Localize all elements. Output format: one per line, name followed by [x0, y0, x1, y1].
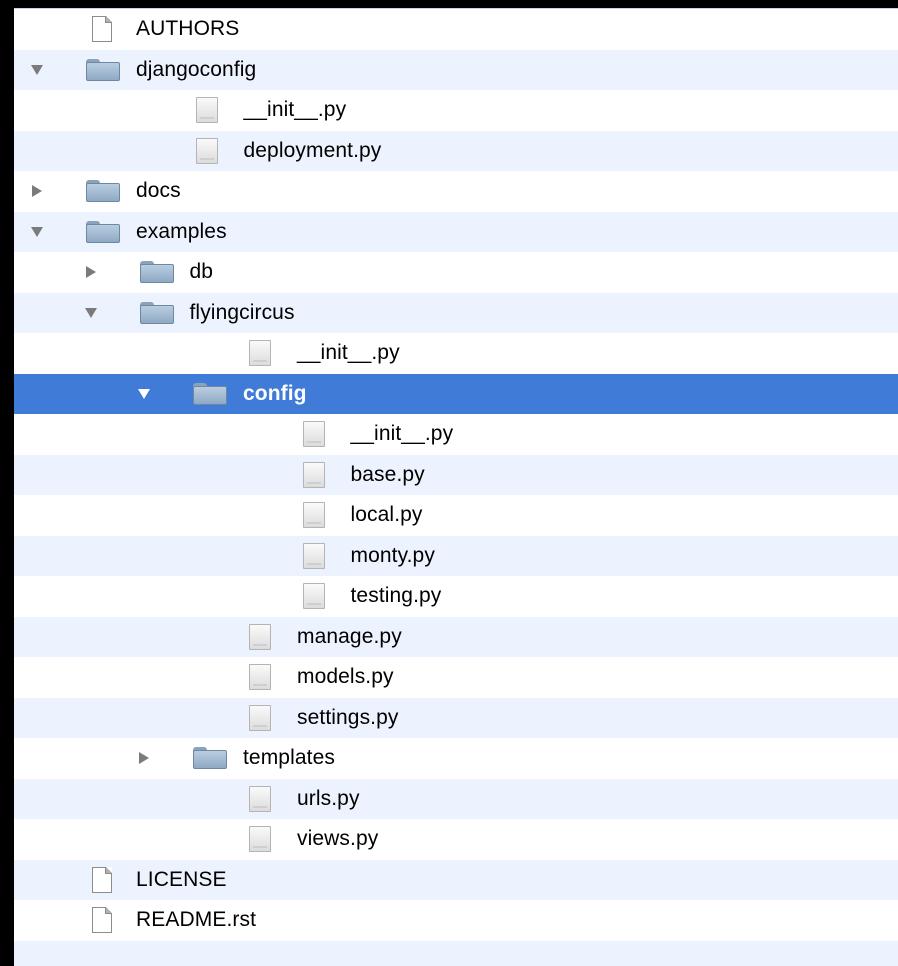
tree-item-label: manage.py	[297, 625, 402, 649]
tree-row-local-py[interactable]: local.py	[14, 495, 898, 536]
tree-item-label: db	[190, 260, 214, 284]
tree-row-config[interactable]: config	[14, 374, 898, 415]
tree-item-label: testing.py	[351, 584, 442, 608]
tree-row-init-py[interactable]: __init__.py	[14, 90, 898, 131]
tree-row-init-py[interactable]: __init__.py	[14, 333, 898, 374]
tree-item-label: docs	[136, 179, 181, 203]
tree-item-label: LICENSE	[136, 868, 227, 892]
tree-row-views-py[interactable]: views.py	[14, 819, 898, 860]
tree-item-label: flyingcircus	[190, 301, 295, 325]
tree-row-djangoconfig[interactable]: djangoconfig	[14, 50, 898, 91]
python-file-icon	[303, 421, 325, 447]
tree-row-urls-py[interactable]: urls.py	[14, 779, 898, 820]
document-icon	[92, 16, 112, 42]
tree-item-label: djangoconfig	[136, 58, 256, 82]
disclosure-triangle-down-icon[interactable]	[30, 63, 44, 77]
python-file-icon	[249, 786, 271, 812]
python-file-icon	[303, 543, 325, 569]
disclosure-triangle-down-icon[interactable]	[84, 306, 98, 320]
python-file-icon	[249, 624, 271, 650]
file-tree: AUTHORS djangoconfig __init__.py deployment…	[14, 8, 898, 966]
folder-icon	[193, 747, 227, 769]
folder-icon	[86, 221, 120, 243]
tree-item-label: __init__.py	[297, 341, 400, 365]
document-icon	[92, 867, 112, 893]
python-file-icon	[249, 340, 271, 366]
python-file-icon	[249, 664, 271, 690]
tree-row-db[interactable]: db	[14, 252, 898, 293]
disclosure-triangle-down-icon[interactable]	[137, 387, 151, 401]
tree-row-templates[interactable]: templates	[14, 738, 898, 779]
disclosure-triangle-right-icon[interactable]	[84, 265, 98, 279]
tree-row-flyingcircus[interactable]: flyingcircus	[14, 293, 898, 334]
tree-row-settings-py[interactable]: settings.py	[14, 698, 898, 739]
disclosure-triangle-down-icon[interactable]	[30, 225, 44, 239]
folder-icon	[140, 302, 174, 324]
folder-icon	[86, 180, 120, 202]
tree-row-docs[interactable]: docs	[14, 171, 898, 212]
python-file-icon	[249, 826, 271, 852]
tree-row-readme-rst[interactable]: README.rst	[14, 900, 898, 941]
tree-item-label: base.py	[351, 463, 425, 487]
python-file-icon	[196, 138, 218, 164]
python-file-icon	[303, 583, 325, 609]
tree-item-label: examples	[136, 220, 227, 244]
tree-item-label: urls.py	[297, 787, 360, 811]
folder-icon	[140, 261, 174, 283]
tree-item-label: AUTHORS	[136, 17, 239, 41]
tree-row-models-py[interactable]: models.py	[14, 657, 898, 698]
tree-row-examples[interactable]: examples	[14, 212, 898, 253]
document-icon	[92, 907, 112, 933]
tree-item-label: local.py	[351, 503, 423, 527]
tree-item-label: templates	[243, 746, 335, 770]
python-file-icon	[196, 97, 218, 123]
folder-icon	[86, 59, 120, 81]
disclosure-triangle-right-icon[interactable]	[30, 184, 44, 198]
tree-row-authors[interactable]: AUTHORS	[14, 9, 898, 50]
python-file-icon	[249, 705, 271, 731]
tree-row-monty-py[interactable]: monty.py	[14, 536, 898, 577]
disclosure-triangle-right-icon[interactable]	[137, 751, 151, 765]
tree-item-label: __init__.py	[351, 422, 454, 446]
tree-item-label: README.rst	[136, 908, 256, 932]
tree-row-manage-py[interactable]: manage.py	[14, 617, 898, 658]
tree-item-label: deployment.py	[244, 139, 382, 163]
tree-row-deployment-py[interactable]: deployment.py	[14, 131, 898, 172]
tree-row-testing-py[interactable]: testing.py	[14, 576, 898, 617]
python-file-icon	[303, 502, 325, 528]
tree-row-license[interactable]: LICENSE	[14, 860, 898, 901]
tree-row-init-py[interactable]: __init__.py	[14, 414, 898, 455]
tree-row-base-py[interactable]: base.py	[14, 455, 898, 496]
folder-icon	[193, 383, 227, 405]
tree-item-label: views.py	[297, 827, 378, 851]
empty-row	[14, 941, 898, 966]
tree-item-label: monty.py	[351, 544, 435, 568]
tree-item-label: models.py	[297, 665, 394, 689]
tree-item-label: config	[243, 382, 307, 406]
tree-item-label: __init__.py	[244, 98, 347, 122]
tree-item-label: settings.py	[297, 706, 399, 730]
python-file-icon	[303, 462, 325, 488]
